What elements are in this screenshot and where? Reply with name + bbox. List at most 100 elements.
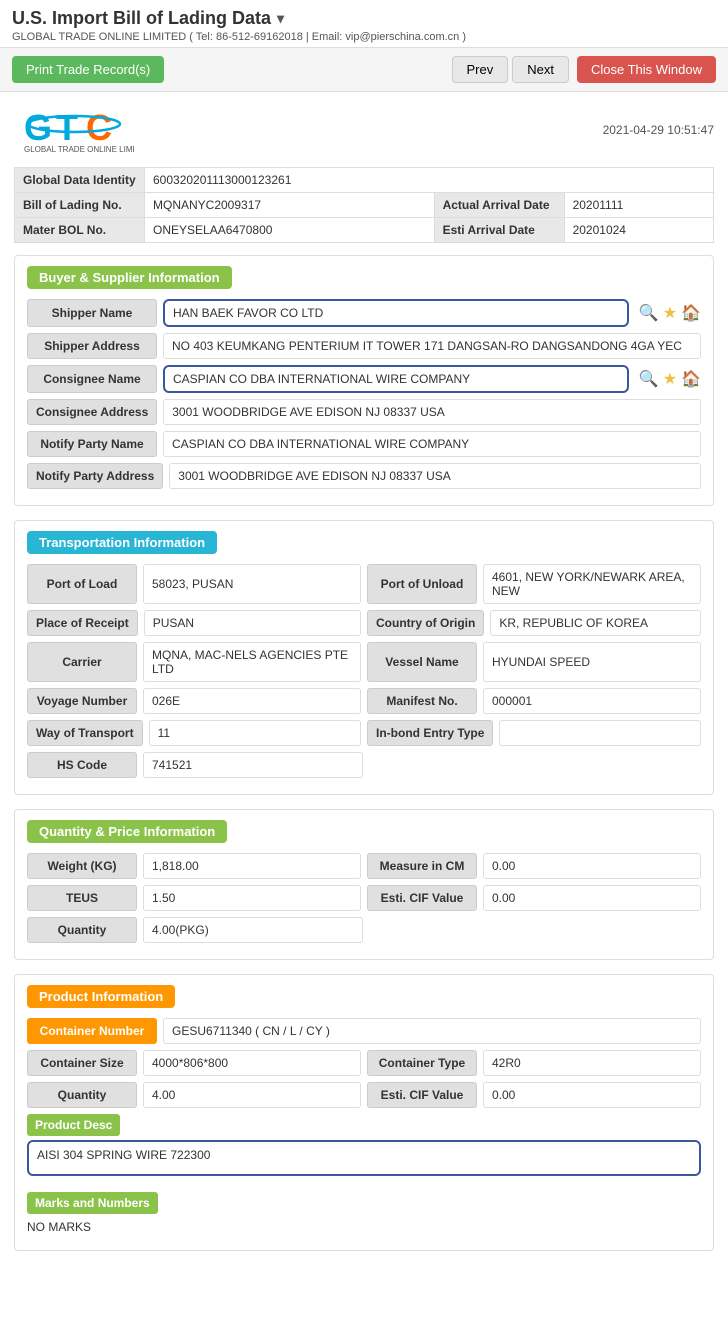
quantity-price-section: Quantity & Price Information Weight (KG)…	[14, 809, 714, 960]
container-number-value: GESU6711340 ( CN / L / CY )	[163, 1018, 701, 1044]
close-button[interactable]: Close This Window	[577, 56, 716, 83]
consignee-address-value: 3001 WOODBRIDGE AVE EDISON NJ 08337 USA	[163, 399, 701, 425]
notify-party-address-row: Notify Party Address 3001 WOODBRIDGE AVE…	[27, 463, 701, 489]
search-icon[interactable]: 🔍	[639, 303, 659, 323]
receipt-origin-row: Place of Receipt PUSAN Country of Origin…	[27, 610, 701, 636]
svg-text:C: C	[86, 107, 112, 148]
transportation-section: Transportation Information Port of Load …	[14, 520, 714, 795]
product-quantity-label: Quantity	[27, 1082, 137, 1108]
container-size-type-row: Container Size 4000*806*800 Container Ty…	[27, 1050, 701, 1076]
port-of-unload-label: Port of Unload	[367, 564, 477, 604]
hs-code-row: HS Code 741521	[27, 752, 701, 778]
actual-arrival-value: 20201111	[564, 193, 713, 218]
carrier-vessel-row: Carrier MQNA, MAC-NELS AGENCIES PTE LTD …	[27, 642, 701, 682]
port-load-unload-row: Port of Load 58023, PUSAN Port of Unload…	[27, 564, 701, 604]
company-logo: G T C GLOBAL TRADE ONLINE LIMITED	[14, 102, 134, 157]
esti-cif-label: Esti. CIF Value	[367, 885, 477, 911]
place-receipt-group: Place of Receipt PUSAN	[27, 610, 361, 636]
in-bond-entry-value	[499, 720, 701, 746]
product-esti-cif-value: 0.00	[483, 1082, 701, 1108]
master-bol-label: Mater BOL No.	[15, 218, 145, 243]
product-desc-container: Product Desc AISI 304 SPRING WIRE 722300	[27, 1114, 701, 1176]
svg-text:T: T	[56, 107, 78, 148]
carrier-value: MQNA, MAC-NELS AGENCIES PTE LTD	[143, 642, 361, 682]
notify-party-address-label: Notify Party Address	[27, 463, 163, 489]
quantity-price-title: Quantity & Price Information	[27, 820, 227, 843]
place-of-receipt-value: PUSAN	[144, 610, 361, 636]
teus-group: TEUS 1.50	[27, 885, 361, 911]
page-header: U.S. Import Bill of Lading Data ▾ GLOBAL…	[0, 0, 728, 48]
shipper-icons: 🔍 ★ 🏠	[639, 299, 701, 327]
notify-party-name-value: CASPIAN CO DBA INTERNATIONAL WIRE COMPAN…	[163, 431, 701, 457]
shipper-name-row: Shipper Name HAN BAEK FAVOR CO LTD 🔍 ★ 🏠	[27, 299, 701, 327]
home-icon-2[interactable]: 🏠	[681, 369, 701, 389]
port-unload-group: Port of Unload 4601, NEW YORK/NEWARK ARE…	[367, 564, 701, 604]
print-button[interactable]: Print Trade Record(s)	[12, 56, 164, 83]
consignee-address-label: Consignee Address	[27, 399, 157, 425]
notify-party-name-label: Notify Party Name	[27, 431, 157, 457]
port-of-load-value: 58023, PUSAN	[143, 564, 361, 604]
hs-code-label: HS Code	[27, 752, 137, 778]
timestamp: 2021-04-29 10:51:47	[603, 123, 714, 137]
carrier-label: Carrier	[27, 642, 137, 682]
logo-bar: G T C GLOBAL TRADE ONLINE LIMITED 2021-0…	[14, 102, 714, 157]
star-icon-2[interactable]: ★	[663, 369, 677, 389]
port-of-load-label: Port of Load	[27, 564, 137, 604]
notify-party-name-row: Notify Party Name CASPIAN CO DBA INTERNA…	[27, 431, 701, 457]
search-icon-2[interactable]: 🔍	[639, 369, 659, 389]
svg-text:G: G	[24, 107, 52, 148]
shipper-address-value: NO 403 KEUMKANG PENTERIUM IT TOWER 171 D…	[163, 333, 701, 359]
dropdown-arrow-icon[interactable]: ▾	[277, 10, 284, 27]
shipper-address-row: Shipper Address NO 403 KEUMKANG PENTERIU…	[27, 333, 701, 359]
subtitle: GLOBAL TRADE ONLINE LIMITED ( Tel: 86-51…	[12, 31, 716, 43]
container-type-label: Container Type	[367, 1050, 477, 1076]
voyage-group: Voyage Number 026E	[27, 688, 361, 714]
port-load-group: Port of Load 58023, PUSAN	[27, 564, 361, 604]
product-section: Product Information Container Number GES…	[14, 974, 714, 1251]
teus-label: TEUS	[27, 885, 137, 911]
container-number-label: Container Number	[27, 1018, 157, 1044]
prev-button[interactable]: Prev	[452, 56, 509, 83]
consignee-icons: 🔍 ★ 🏠	[639, 365, 701, 393]
shipper-address-label: Shipper Address	[27, 333, 157, 359]
weight-measure-row: Weight (KG) 1,818.00 Measure in CM 0.00	[27, 853, 701, 879]
country-of-origin-value: KR, REPUBLIC OF KOREA	[490, 610, 701, 636]
teus-cif-row: TEUS 1.50 Esti. CIF Value 0.00	[27, 885, 701, 911]
voyage-number-label: Voyage Number	[27, 688, 137, 714]
container-type-group: Container Type 42R0	[367, 1050, 701, 1076]
identity-table: Global Data Identity 6003202011130001232…	[14, 167, 714, 243]
product-quantity-value: 4.00	[143, 1082, 361, 1108]
global-data-label: Global Data Identity	[15, 168, 145, 193]
transport-inbond-row: Way of Transport 11 In-bond Entry Type	[27, 720, 701, 746]
place-of-receipt-label: Place of Receipt	[27, 610, 138, 636]
shipper-name-label: Shipper Name	[27, 299, 157, 327]
product-desc-value: AISI 304 SPRING WIRE 722300	[27, 1140, 701, 1176]
star-icon[interactable]: ★	[663, 303, 677, 323]
svg-text:GLOBAL TRADE ONLINE LIMITED: GLOBAL TRADE ONLINE LIMITED	[24, 145, 134, 154]
measure-value: 0.00	[483, 853, 701, 879]
quantity-label: Quantity	[27, 917, 137, 943]
bol-value: MQNANYC2009317	[145, 193, 435, 218]
vessel-name-group: Vessel Name HYUNDAI SPEED	[367, 642, 701, 682]
buyer-supplier-title: Buyer & Supplier Information	[27, 266, 232, 289]
buyer-supplier-section: Buyer & Supplier Information Shipper Nam…	[14, 255, 714, 506]
product-desc-label: Product Desc	[27, 1114, 120, 1136]
manifest-no-label: Manifest No.	[367, 688, 477, 714]
voyage-manifest-row: Voyage Number 026E Manifest No. 000001	[27, 688, 701, 714]
product-quantity-group: Quantity 4.00	[27, 1082, 361, 1108]
country-of-origin-label: Country of Origin	[367, 610, 484, 636]
way-of-transport-label: Way of Transport	[27, 720, 143, 746]
country-origin-group: Country of Origin KR, REPUBLIC OF KOREA	[367, 610, 701, 636]
way-transport-group: Way of Transport 11	[27, 720, 361, 746]
product-esti-cif-group: Esti. CIF Value 0.00	[367, 1082, 701, 1108]
bol-label: Bill of Lading No.	[15, 193, 145, 218]
vessel-name-value: HYUNDAI SPEED	[483, 642, 701, 682]
product-esti-cif-label: Esti. CIF Value	[367, 1082, 477, 1108]
container-size-label: Container Size	[27, 1050, 137, 1076]
in-bond-group: In-bond Entry Type	[367, 720, 701, 746]
quantity-row: Quantity 4.00(PKG)	[27, 917, 701, 943]
next-button[interactable]: Next	[512, 56, 569, 83]
home-icon[interactable]: 🏠	[681, 303, 701, 323]
esti-cif-value: 0.00	[483, 885, 701, 911]
product-title: Product Information	[27, 985, 175, 1008]
